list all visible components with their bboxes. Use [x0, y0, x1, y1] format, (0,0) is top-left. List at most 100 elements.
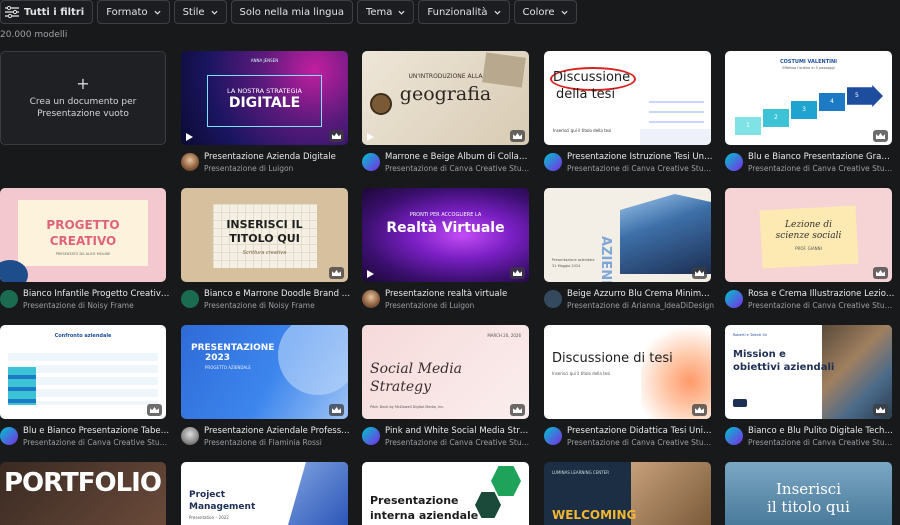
template-thumbnail[interactable]: PRONTI PER ACCOGLIERE LA Realtà Virtuale: [362, 188, 529, 282]
author-avatar: [362, 290, 380, 308]
template-author[interactable]: Presentazione di Noisy Frame: [204, 301, 351, 310]
template-author[interactable]: Presentazione di Canva Creative Studio: [385, 438, 532, 447]
thumb-line2: DIGITALE: [228, 95, 301, 111]
filter-settings-icon: [5, 6, 19, 18]
template-meta: Presentazione Aziendale Professio... Pre…: [181, 425, 351, 453]
template-thumbnail[interactable]: Lezione di scienze sociali PROF. GIANNI: [725, 188, 892, 282]
template-author[interactable]: Presentazione di Canva Creative Studio: [748, 164, 895, 173]
style-dropdown[interactable]: Stile: [173, 0, 227, 24]
thumb-line1: Lezione di: [785, 220, 832, 230]
color-label: Colore: [522, 6, 555, 18]
template-thumbnail[interactable]: MARCH 20, 2026 Social Media Strategy Pit…: [362, 325, 529, 419]
thumb-line1: PRONTI PER ACCOGLIERE LA: [409, 212, 482, 218]
crown-icon: [329, 130, 344, 142]
thumb-line1: Discussione: [553, 70, 631, 85]
canva-logo-icon: [725, 427, 743, 445]
template-title[interactable]: Rosa e Crema Illustrazione Lezion...: [748, 289, 895, 299]
template-thumbnail[interactable]: ANNA JENSEN LA NOSTRA STRATEGIA DIGITALE: [181, 51, 348, 145]
thumb-date: MARCH 20, 2026: [487, 333, 521, 338]
create-blank-presentation-button[interactable]: + Crea un documento per Presentazione vu…: [0, 51, 166, 145]
chevron-down-icon: [211, 10, 218, 15]
thumb-line1: Mission e: [733, 349, 786, 360]
thumb-line1: Presentazione: [370, 494, 459, 507]
chevron-down-icon: [154, 10, 161, 15]
thumb-line1: COSTUMI VALENTINI: [779, 59, 838, 65]
canva-logo-icon: [725, 153, 743, 171]
my-language-toggle[interactable]: Solo nella mia lingua: [230, 0, 353, 24]
thumb-line1: UN'INTRODUZIONE ALLA: [408, 73, 483, 80]
template-meta: Blu e Bianco Presentazione Grafic... Pre…: [725, 151, 895, 179]
template-thumbnail[interactable]: Roberti e Talenti Srl Mission e obiettiv…: [725, 325, 892, 419]
template-title[interactable]: Presentazione Istruzione Tesi Univ...: [567, 152, 714, 162]
template-thumbnail[interactable]: PRESENTAZIONE 2023 PROGETTO AZIENDALE: [181, 325, 348, 419]
template-thumbnail[interactable]: INSERISCI IL TITOLO QUI Scrittura creati…: [181, 188, 348, 282]
template-title[interactable]: Pink and White Social Media Strat...: [385, 426, 532, 436]
thumb-brand: LUMINAS LEARNING CENTER: [552, 470, 609, 475]
step-2: 2: [763, 109, 789, 127]
template-thumbnail[interactable]: PORTFOLIO: [0, 462, 166, 525]
template-meta: Presentazione Azienda Digitale Presentaz…: [181, 151, 351, 179]
crown-icon: [147, 404, 162, 416]
template-title[interactable]: Presentazione Aziendale Professio...: [204, 426, 351, 436]
template-author[interactable]: Presentazione di Canva Creative Studio: [567, 164, 714, 173]
author-avatar: [181, 153, 199, 171]
template-title[interactable]: Blu e Bianco Presentazione Tabell...: [23, 426, 170, 436]
template-title[interactable]: Beige Azzurro Blu Crema Minimal ...: [567, 289, 714, 299]
template-title[interactable]: Presentazione realtà virtuale: [385, 289, 532, 299]
thumb-line2: Management: [189, 502, 256, 512]
template-thumbnail[interactable]: Confronto aziendale: [0, 325, 166, 419]
template-title[interactable]: Bianco e Blu Pulito Digitale Tech A...: [748, 426, 895, 436]
thumb-line2: Effettua l'ordine in 5 passaggi: [782, 66, 835, 70]
features-dropdown[interactable]: Funzionalità: [418, 0, 510, 24]
template-meta: Bianco e Marrone Doodle Brand C... Prese…: [181, 288, 351, 316]
template-thumbnail[interactable]: Project Management Presentation – 2022: [181, 462, 348, 525]
template-author[interactable]: Presentazione di Noisy Frame: [23, 301, 170, 310]
template-meta: Beige Azzurro Blu Crema Minimal ... Pres…: [544, 288, 714, 316]
thumb-caption: Scrittura creativa: [242, 250, 287, 256]
create-blank-label: Crea un documento per Presentazione vuot…: [29, 97, 137, 119]
template-author[interactable]: Presentazione di Canva Creative Studio: [748, 438, 895, 447]
template-title[interactable]: Marrone e Beige Album di Collage ...: [385, 152, 532, 162]
template-meta: Presentazione Didattica Tesi Univ... Pre…: [544, 425, 714, 453]
template-thumbnail[interactable]: AZIENDA Presentazione aziendale 31 Maggi…: [544, 188, 711, 282]
theme-dropdown[interactable]: Tema: [356, 0, 415, 24]
template-thumbnail[interactable]: Discussione di tesi Inserisci qui il tit…: [544, 325, 711, 419]
template-author[interactable]: Presentazione di Canva Creative Studio: [385, 164, 532, 173]
crown-icon: [692, 267, 707, 279]
thumb-caption: Presentazione aziendale: [552, 258, 595, 262]
all-filters-button[interactable]: Tutti i filtri: [0, 0, 94, 24]
template-thumbnail[interactable]: PROGETTO CREATIVO PRESENTATO DA ALICE MO…: [0, 188, 166, 282]
template-author[interactable]: Presentazione di Flaminia Rossi: [204, 438, 351, 447]
template-title[interactable]: Bianco e Marrone Doodle Brand C...: [204, 289, 351, 299]
template-thumbnail[interactable]: Presentazione interna aziendale: [362, 462, 529, 525]
template-title[interactable]: Bianco Infantile Progetto Creativo...: [23, 289, 170, 299]
template-thumbnail[interactable]: COSTUMI VALENTINI Effettua l'ordine in 5…: [725, 51, 892, 145]
thumb-line2: Strategy: [370, 379, 432, 395]
template-author[interactable]: Presentazione di Luigon: [204, 164, 351, 173]
color-dropdown[interactable]: Colore: [513, 0, 577, 24]
template-title[interactable]: Presentazione Didattica Tesi Univ...: [567, 426, 714, 436]
thumb-line1: PRESENTAZIONE: [191, 343, 275, 353]
template-thumbnail[interactable]: Inserisci il titolo qui: [725, 462, 892, 525]
thumb-line1: INSERISCI IL: [226, 218, 303, 231]
template-author[interactable]: Presentazione di Canva Creative Studio: [748, 301, 895, 310]
canva-logo-icon: [0, 427, 18, 445]
template-thumbnail[interactable]: LUMINAS LEARNING CENTER WELCOMING: [544, 462, 711, 525]
thumb-line1: PORTFOLIO: [4, 468, 162, 498]
thumb-line1: Social Media: [370, 361, 463, 377]
template-author[interactable]: Presentazione di Arianna_IdeaDiDesign: [567, 301, 714, 310]
template-title[interactable]: Blu e Bianco Presentazione Grafic...: [748, 152, 895, 162]
template-thumbnail[interactable]: UN'INTRODUZIONE ALLA geografia: [362, 51, 529, 145]
crown-icon: [510, 404, 525, 416]
template-thumbnail[interactable]: Discussione della tesi Inserisci qui il …: [544, 51, 711, 145]
thumb-line2: il titolo qui: [767, 498, 850, 516]
template-title[interactable]: Presentazione Azienda Digitale: [204, 152, 351, 162]
template-author[interactable]: Presentazione di Canva Creative Studio: [23, 438, 170, 447]
format-dropdown[interactable]: Formato: [97, 0, 170, 24]
crown-icon: [510, 267, 525, 279]
template-author[interactable]: Presentazione di Canva Creative Studio: [567, 438, 714, 447]
template-meta: Presentazione Istruzione Tesi Univ... Pr…: [544, 151, 714, 179]
author-avatar: [181, 290, 199, 308]
template-author[interactable]: Presentazione di Luigon: [385, 301, 532, 310]
template-meta: Bianco Infantile Progetto Creativo... Pr…: [0, 288, 170, 316]
